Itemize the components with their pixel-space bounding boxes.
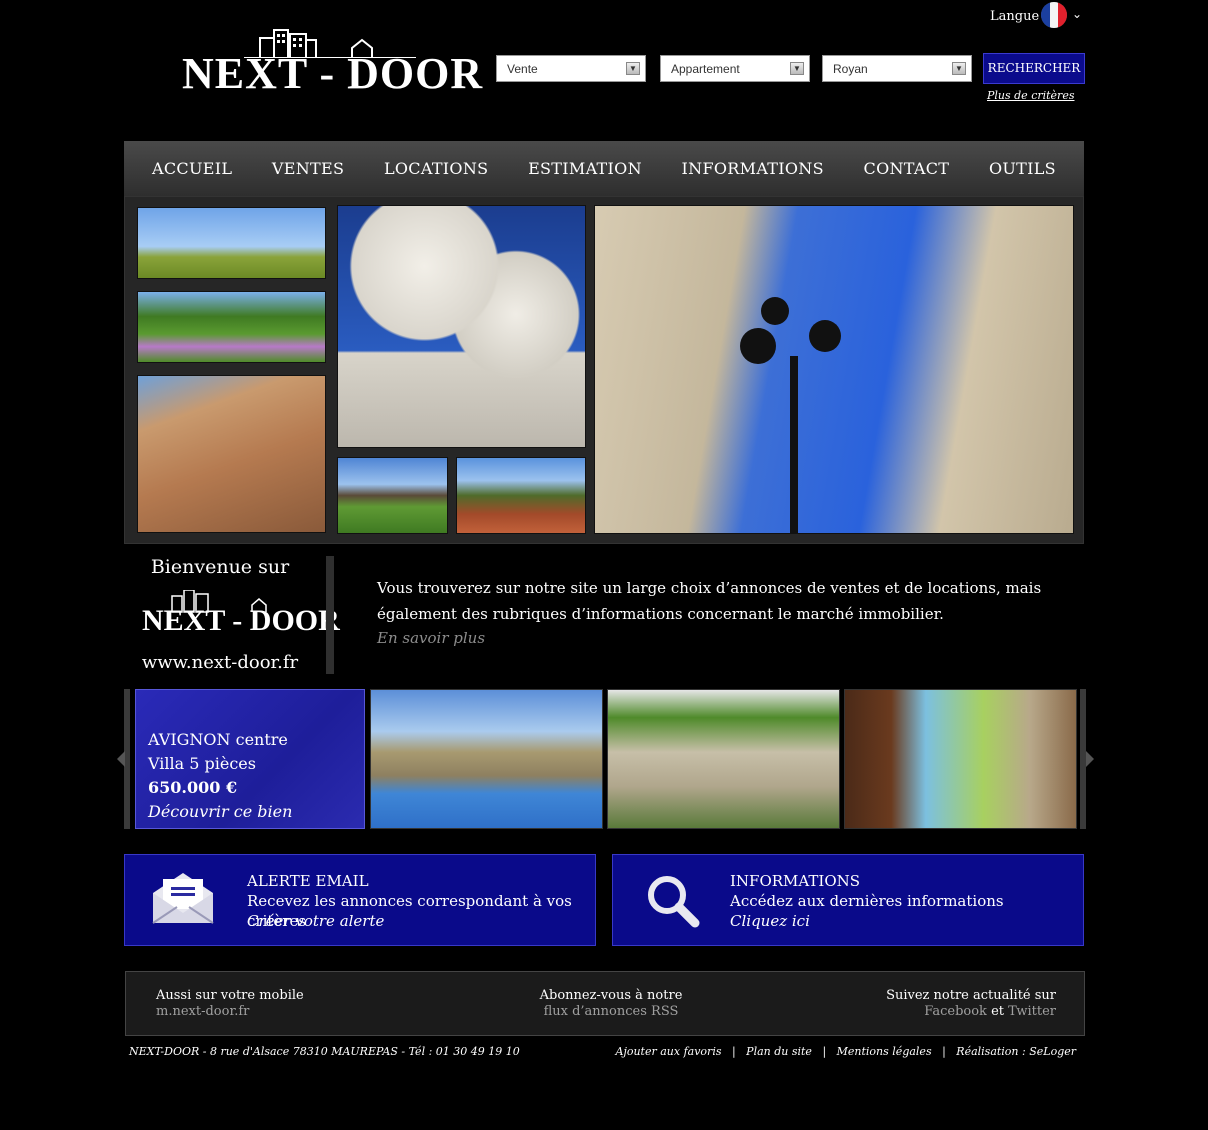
property-photo-villa-pool[interactable]	[370, 689, 603, 829]
search-button[interactable]: RECHERCHER	[983, 53, 1085, 84]
featured-property-card[interactable]: AVIGNON centre Villa 5 pièces 650.000 € …	[135, 689, 365, 829]
sitemap-link[interactable]: Plan du site	[746, 1045, 812, 1058]
sacre-coeur-photo	[337, 205, 586, 448]
nav-item-informations[interactable]: INFORMATIONS	[682, 159, 824, 178]
footer-rss-title: Abonnez-vous à notre	[539, 988, 683, 1003]
create-alert-link[interactable]: Créer votre alerte	[247, 911, 384, 931]
transaction-select[interactable]: Vente ▼	[496, 55, 646, 82]
rooftops-photo	[137, 375, 326, 533]
nav-item-locations[interactable]: LOCATIONS	[384, 159, 488, 178]
nav-item-estimation[interactable]: ESTIMATION	[528, 159, 642, 178]
footer-social-title: Suivez notre actualité sur	[886, 988, 1056, 1003]
footer-band: Aussi sur votre mobile m.next-door.fr Ab…	[125, 971, 1085, 1036]
footer-and: et	[991, 1004, 1004, 1019]
dropdown-arrow-icon[interactable]: ▼	[626, 62, 640, 75]
main-navigation: ACCUEIL VENTES LOCATIONS ESTIMATION INFO…	[124, 141, 1084, 196]
language-label: Langue	[990, 9, 1040, 24]
footer-address: NEXT-DOOR - 8 rue d'Alsace 78310 MAUREPA…	[129, 1045, 520, 1058]
nav-item-outils[interactable]: OUTILS	[989, 159, 1056, 178]
farmhouse-photo	[337, 457, 448, 534]
informations-box[interactable]: INFORMATIONS Accédez aux dernières infor…	[612, 854, 1084, 946]
chevron-down-icon[interactable]: ⌄	[1072, 7, 1082, 21]
nav-item-ventes[interactable]: VENTES	[272, 159, 344, 178]
logo-wordmark: NEXT - DOOR	[182, 49, 484, 98]
featured-price: 650.000 €	[148, 778, 238, 797]
property-type-select[interactable]: Appartement ▼	[660, 55, 810, 82]
more-criteria-link[interactable]: Plus de critères	[987, 89, 1074, 102]
envelope-icon	[152, 873, 214, 924]
french-flag-icon[interactable]	[1041, 2, 1067, 28]
transaction-select-value: Vente	[507, 62, 538, 76]
rss-feed-link[interactable]: flux d’annonces RSS	[506, 1004, 716, 1020]
add-favorites-link[interactable]: Ajouter aux favoris	[616, 1045, 722, 1058]
twitter-link[interactable]: Twitter	[1008, 1004, 1056, 1019]
dropdown-arrow-icon[interactable]: ▼	[790, 62, 804, 75]
site-logo[interactable]: NEXT - DOOR	[182, 28, 482, 104]
haussmann-building-photo	[594, 205, 1074, 534]
welcome-logo: NEXT - DOOR	[142, 589, 340, 640]
click-here-link[interactable]: Cliquez ici	[730, 911, 810, 931]
featured-city: AVIGNON centre	[148, 730, 288, 749]
credit-text: Réalisation : SeLoger	[956, 1045, 1076, 1058]
footer-rss: Abonnez-vous à notre flux d’annonces RSS	[506, 988, 716, 1020]
informations-text: Accédez aux dernières informations	[730, 892, 1004, 910]
discover-property-link[interactable]: Découvrir ce bien	[148, 800, 364, 824]
nav-item-contact[interactable]: CONTACT	[864, 159, 950, 178]
dropdown-arrow-icon[interactable]: ▼	[952, 62, 966, 75]
city-select-value: Royan	[833, 62, 868, 76]
footer-social: Suivez notre actualité sur Facebook et T…	[886, 988, 1056, 1020]
nav-item-accueil[interactable]: ACCUEIL	[152, 159, 232, 178]
countryside-photo	[137, 207, 326, 279]
legal-notice-link[interactable]: Mentions légales	[837, 1045, 932, 1058]
footer-mobile-title: Aussi sur votre mobile	[156, 988, 304, 1003]
email-alert-box[interactable]: ALERTE EMAIL Recevez les annonces corres…	[124, 854, 596, 946]
welcome-description: Vous trouverez sur notre site un large c…	[377, 579, 1042, 623]
featured-type: Villa 5 pièces	[148, 754, 256, 773]
footer-mobile: Aussi sur votre mobile m.next-door.fr	[156, 988, 304, 1020]
welcome-logo-wordmark: NEXT - DOOR	[142, 604, 340, 637]
property-photo-stone-house[interactable]	[607, 689, 840, 829]
property-type-select-value: Appartement	[671, 62, 740, 76]
footer-links: Ajouter aux favoris | Plan du site | Men…	[615, 1045, 1077, 1058]
email-alert-title: ALERTE EMAIL	[247, 872, 369, 890]
carousel-next-arrow-icon[interactable]	[1086, 751, 1094, 767]
welcome-url: www.next-door.fr	[141, 652, 299, 673]
olive-grove-photo	[456, 457, 586, 534]
magnifier-icon	[648, 876, 700, 928]
photo-gallery	[124, 196, 1084, 544]
property-photo-living-room[interactable]	[844, 689, 1077, 829]
garden-photo	[137, 291, 326, 363]
facebook-link[interactable]: Facebook	[924, 1004, 987, 1019]
city-select[interactable]: Royan ▼	[822, 55, 972, 82]
carousel-prev-arrow-icon[interactable]	[117, 751, 125, 767]
welcome-divider	[326, 556, 334, 674]
welcome-title: Bienvenue sur	[150, 556, 290, 578]
learn-more-link[interactable]: En savoir plus	[377, 629, 485, 647]
informations-title: INFORMATIONS	[730, 872, 861, 890]
mobile-site-link[interactable]: m.next-door.fr	[156, 1004, 304, 1020]
